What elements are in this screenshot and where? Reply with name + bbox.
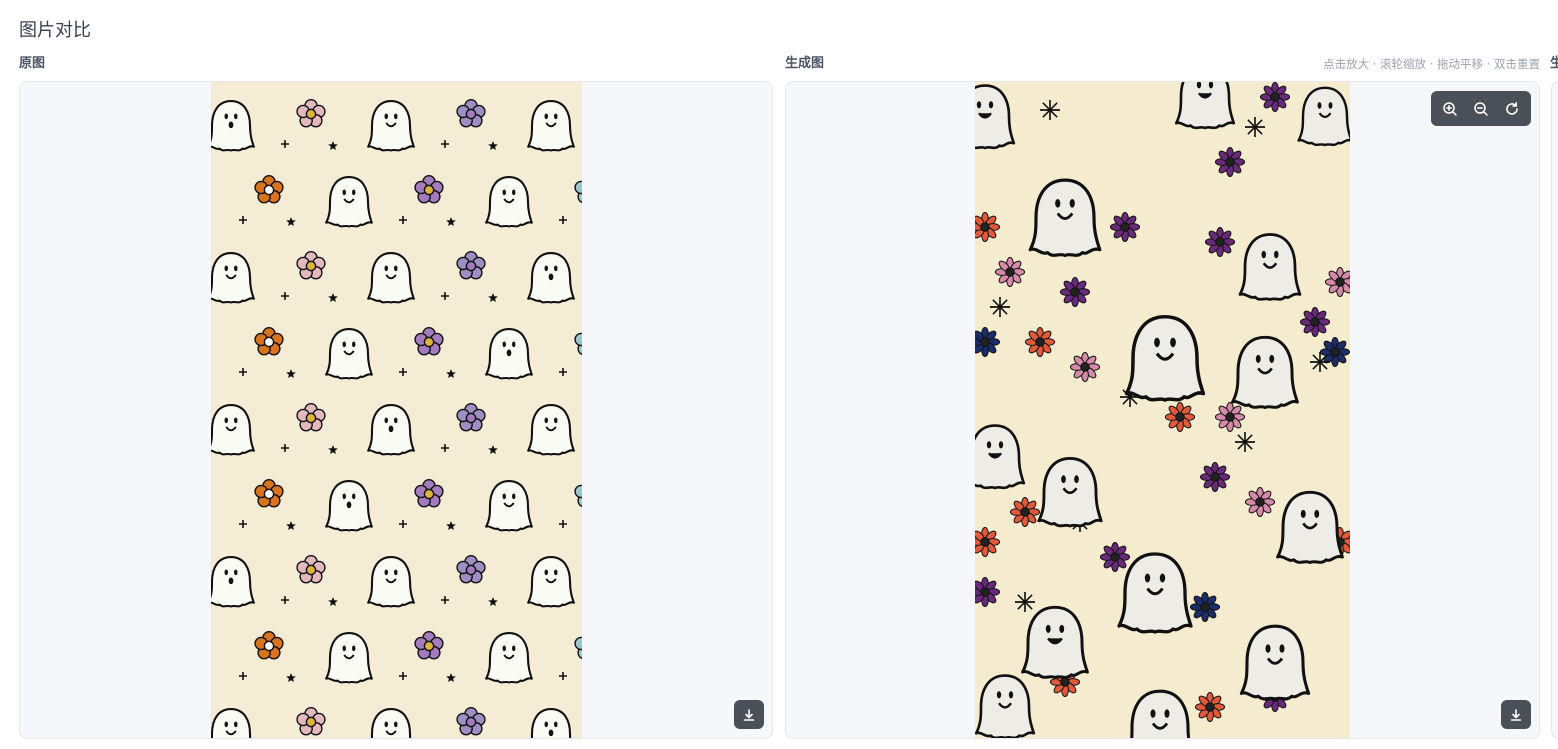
interaction-hint: 点击放大 · 滚轮缩放 · 拖动平移 · 双击重置 <box>1323 57 1540 71</box>
ghost-pattern-generated <box>975 82 1350 738</box>
original-label: 原图 <box>19 56 46 71</box>
reset-icon <box>1505 101 1518 115</box>
zoom-out-icon <box>1474 101 1488 116</box>
download-icon <box>1510 708 1522 721</box>
generated-image[interactable] <box>975 82 1350 738</box>
page-title: 图片对比 <box>19 20 91 41</box>
download-button[interactable] <box>734 700 764 729</box>
reset-button[interactable] <box>1499 96 1525 122</box>
download-icon <box>743 708 755 721</box>
zoom-toolbar <box>1431 91 1531 126</box>
download-button[interactable] <box>1501 700 1531 729</box>
generated-label: 生成图 <box>785 56 825 71</box>
third-panel[interactable] <box>1551 81 1558 739</box>
zoom-out-button[interactable] <box>1468 96 1494 122</box>
zoom-in-button[interactable] <box>1437 96 1463 122</box>
zoom-in-icon <box>1443 101 1458 116</box>
generated-panel[interactable] <box>785 81 1540 739</box>
original-image[interactable] <box>211 82 582 738</box>
third-label: 生 <box>1550 56 1558 71</box>
ghost-pattern-original <box>211 82 582 738</box>
original-panel[interactable] <box>19 81 773 739</box>
